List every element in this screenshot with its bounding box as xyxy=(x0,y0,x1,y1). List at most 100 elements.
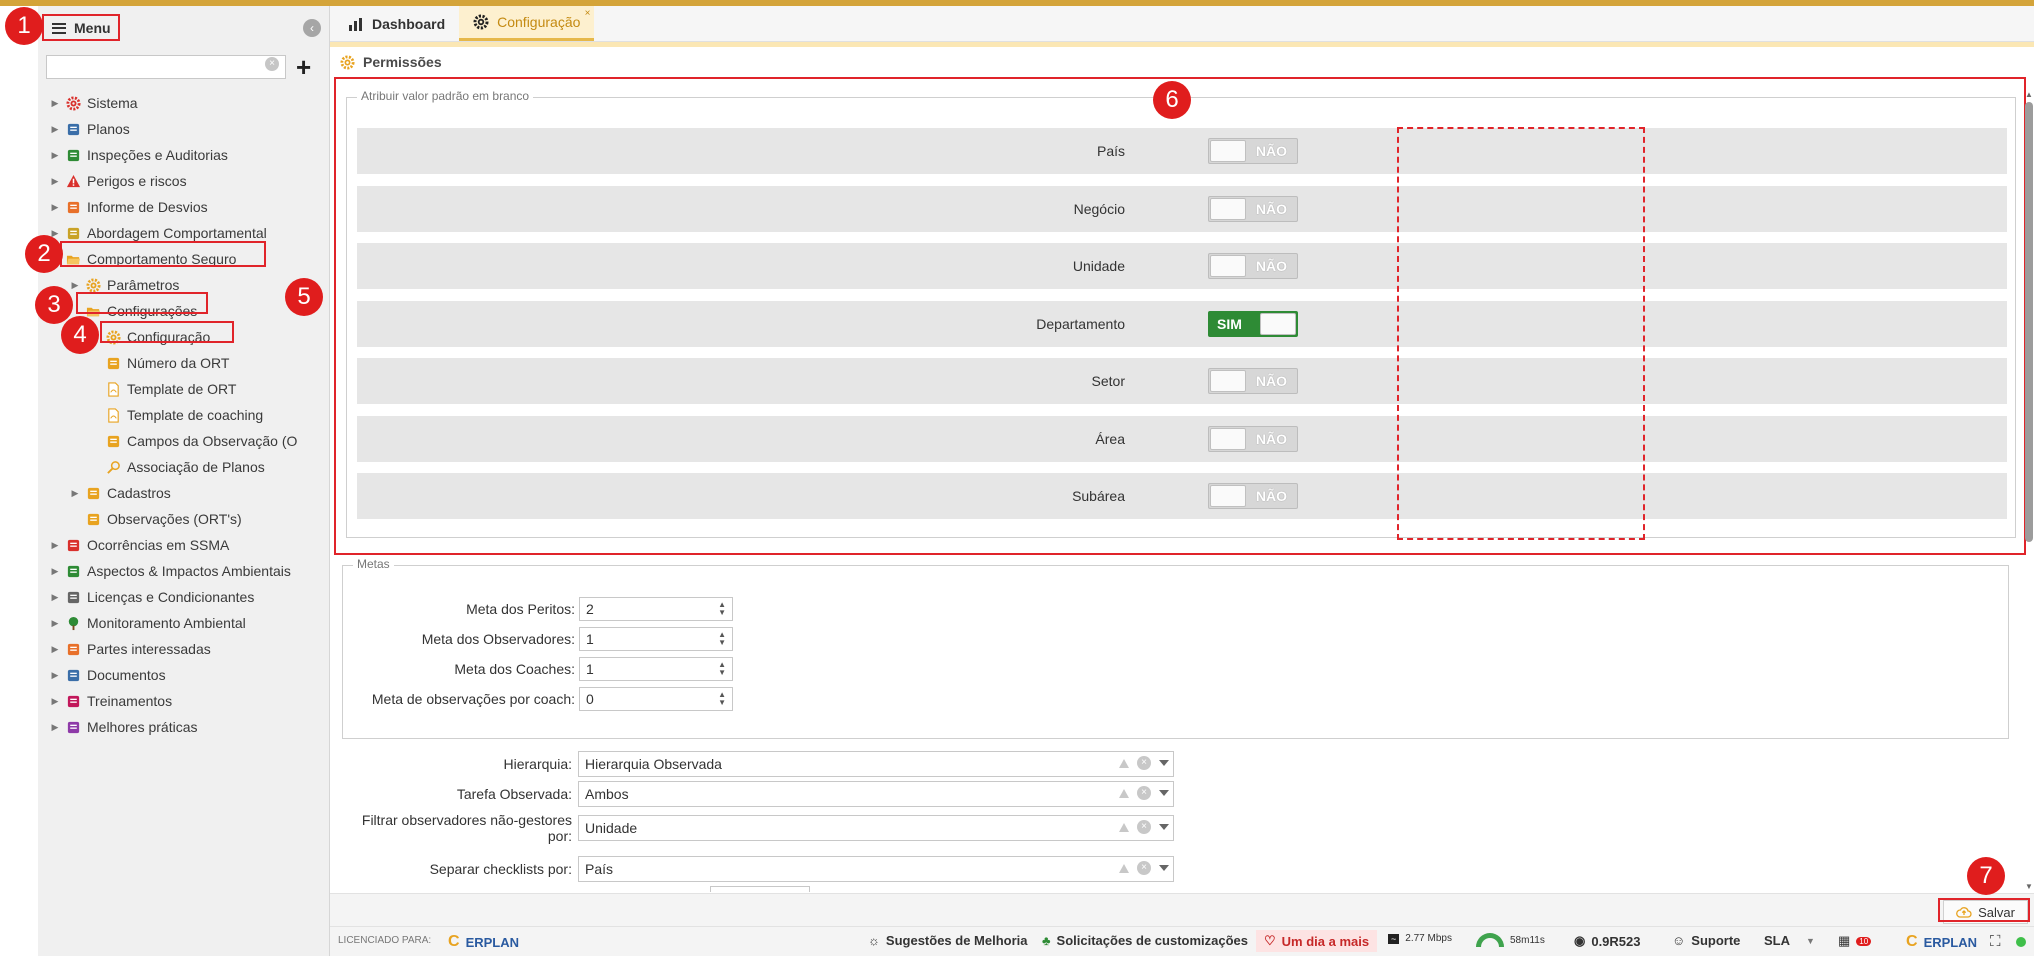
expand-arrow-icon[interactable]: ▶ xyxy=(48,670,62,681)
sidebar-item[interactable]: Observações (ORT's) xyxy=(38,506,329,532)
search-icon xyxy=(106,460,121,475)
spinner-icon[interactable]: ▲ ▼ xyxy=(718,691,726,707)
meta-number-input[interactable]: 1 ▲ ▼ xyxy=(579,627,733,651)
support-link[interactable]: ☺ Suporte xyxy=(1672,933,1740,948)
sidebar-search-row: + xyxy=(38,50,329,84)
sidebar-item[interactable]: ▶ Documentos xyxy=(38,662,329,688)
sidebar-item[interactable]: ▶ Perigos e riscos xyxy=(38,168,329,194)
clear-icon[interactable]: × xyxy=(1137,820,1151,834)
select-field-label: Tarefa Observada: xyxy=(456,786,572,802)
sidebar-item[interactable]: ▶ Abordagem Comportamental xyxy=(38,220,329,246)
scrollbar-thumb[interactable] xyxy=(2025,102,2033,542)
permission-toggle[interactable]: SIM xyxy=(1208,310,1298,337)
collapse-sidebar-icon[interactable]: ‹ xyxy=(303,19,321,37)
sidebar-header: Menu ‹ xyxy=(38,6,329,50)
chevron-down-icon[interactable] xyxy=(1159,865,1169,871)
navigation-tree: ▶ Sistema ▶ Planos ▶ Inspeções e Auditorias ▶ P… xyxy=(38,90,329,740)
expand-arrow-icon[interactable]: ▶ xyxy=(48,150,62,161)
sidebar-item[interactable]: Template de ORT xyxy=(38,376,329,402)
sidebar-item[interactable]: Associação de Planos xyxy=(38,454,329,480)
permission-toggle[interactable]: NÃO xyxy=(1208,253,1298,279)
sidebar-item[interactable]: ▶ Treinamentos xyxy=(38,688,329,714)
permission-toggle[interactable]: NÃO xyxy=(1208,425,1298,452)
expand-arrow-icon[interactable]: ▶ xyxy=(48,696,62,707)
close-tab-icon[interactable]: × xyxy=(585,8,591,19)
meta-number-input[interactable]: 2 ▲ ▼ xyxy=(579,597,733,621)
sidebar-item[interactable]: ▶ Partes interessadas xyxy=(38,636,329,662)
select-value: Hierarquia Observada xyxy=(585,756,722,772)
meta-number-input[interactable]: 0 ▲ ▼ xyxy=(579,687,733,711)
chevron-down-icon[interactable] xyxy=(1159,760,1169,766)
spinner-icon[interactable]: ▲ ▼ xyxy=(718,601,726,617)
select-combobox[interactable]: País × xyxy=(578,856,1174,882)
spinner-icon[interactable]: ▲ ▼ xyxy=(718,661,726,677)
select-combobox[interactable]: Unidade × xyxy=(578,815,1174,841)
sidebar-item-label: Aspectos & Impactos Ambientais xyxy=(87,563,291,579)
sidebar-item[interactable]: ▶ Sistema xyxy=(38,90,329,116)
expand-arrow-icon[interactable]: ▶ xyxy=(48,566,62,577)
permission-toggle[interactable]: NÃO xyxy=(1208,195,1298,222)
suggestions-link[interactable]: ☼ Sugestões de Melhoria xyxy=(868,933,1028,948)
expand-arrow-icon[interactable]: ▶ xyxy=(48,98,62,109)
expand-arrow-icon[interactable]: ▶ xyxy=(48,202,62,213)
scrollbar[interactable]: ▲ ▼ xyxy=(2024,90,2034,896)
chevron-down-icon[interactable] xyxy=(1159,790,1169,796)
select-combobox[interactable]: Ambos × xyxy=(578,781,1174,807)
select-field-label: Separar checklists por: xyxy=(429,861,572,877)
sla-dropdown[interactable]: SLA ▼ xyxy=(1764,933,1815,948)
spinner-icon[interactable]: ▲ ▼ xyxy=(718,631,726,647)
expand-arrow-icon[interactable]: ▶ xyxy=(68,280,82,291)
meta-field-row: Meta dos Peritos: 2 ▲ ▼ xyxy=(343,596,733,622)
heart-icon: ♡ xyxy=(1264,933,1276,948)
expand-arrow-icon[interactable]: ▶ xyxy=(48,644,62,655)
sidebar-item[interactable]: ▶ Inspeções e Auditorias xyxy=(38,142,329,168)
clear-icon[interactable]: × xyxy=(1137,861,1151,875)
sidebar-item[interactable]: Campos da Observação (O xyxy=(38,428,329,454)
clear-icon[interactable]: × xyxy=(1137,756,1151,770)
expand-arrow-icon[interactable]: ▶ xyxy=(48,124,62,135)
expand-arrow-icon[interactable]: ▶ xyxy=(48,722,62,733)
warning-icon xyxy=(1119,758,1129,768)
save-button[interactable]: Salvar xyxy=(1943,900,2028,924)
sidebar-item[interactable]: ▶ Informe de Desvios xyxy=(38,194,329,220)
clear-icon[interactable]: × xyxy=(1137,786,1151,800)
permission-label: Departamento xyxy=(1036,315,1125,332)
license-icon xyxy=(66,590,81,605)
expand-arrow-icon[interactable]: ▶ xyxy=(48,540,62,551)
calendar-badge[interactable]: ▦ 10 xyxy=(1838,933,1872,949)
expand-arrow-icon[interactable]: ▶ xyxy=(48,592,62,603)
sidebar-item[interactable]: ▶ Cadastros xyxy=(38,480,329,506)
permission-toggle[interactable]: NÃO xyxy=(1208,138,1298,164)
expand-arrow-icon[interactable]: ▶ xyxy=(48,176,62,187)
customizations-link[interactable]: ♣ Solicitações de customizações xyxy=(1042,933,1248,948)
clear-search-icon[interactable]: × xyxy=(265,57,279,71)
sidebar-item-label: Ocorrências em SSMA xyxy=(87,537,230,553)
sidebar-item[interactable]: ▶ Ocorrências em SSMA xyxy=(38,532,329,558)
tab-configuracao[interactable]: Configuração × xyxy=(459,6,595,41)
one-more-day-link[interactable]: ♡ Um dia a mais xyxy=(1256,930,1378,952)
sidebar-item-label: Cadastros xyxy=(107,485,171,501)
expand-arrow-icon[interactable]: ▶ xyxy=(68,488,82,499)
sidebar-item[interactable]: ▶ Monitoramento Ambiental xyxy=(38,610,329,636)
permission-toggle[interactable]: NÃO xyxy=(1208,483,1298,509)
sidebar-item[interactable]: ▶ Aspectos & Impactos Ambientais xyxy=(38,558,329,584)
select-combobox[interactable]: Hierarquia Observada × xyxy=(578,751,1174,777)
chevron-down-icon[interactable] xyxy=(1159,824,1169,830)
sidebar-item[interactable]: Comportamento Seguro xyxy=(38,246,329,272)
fullscreen-icon[interactable]: ⛶ xyxy=(1990,933,2001,950)
add-icon[interactable]: + xyxy=(296,54,311,80)
sidebar-search-input[interactable] xyxy=(46,55,286,79)
tab-dashboard[interactable]: Dashboard xyxy=(334,6,459,41)
sidebar-item[interactable]: Template de coaching xyxy=(38,402,329,428)
menu-button[interactable]: Menu xyxy=(48,17,121,39)
sidebar-item-label: Associação de Planos xyxy=(127,459,265,475)
sidebar-item[interactable]: ▶ Licenças e Condicionantes xyxy=(38,584,329,610)
sidebar-item[interactable]: ▶ Melhores práticas xyxy=(38,714,329,740)
sidebar-item[interactable]: ▶ Planos xyxy=(38,116,329,142)
badge-2: 2 xyxy=(25,235,63,273)
expand-arrow-icon[interactable]: ▶ xyxy=(48,618,62,629)
permission-toggle[interactable]: NÃO xyxy=(1208,368,1298,394)
meta-field-row: Meta dos Coaches: 1 ▲ ▼ xyxy=(343,656,733,682)
select-value: País xyxy=(585,861,614,877)
meta-number-input[interactable]: 1 ▲ ▼ xyxy=(579,657,733,681)
